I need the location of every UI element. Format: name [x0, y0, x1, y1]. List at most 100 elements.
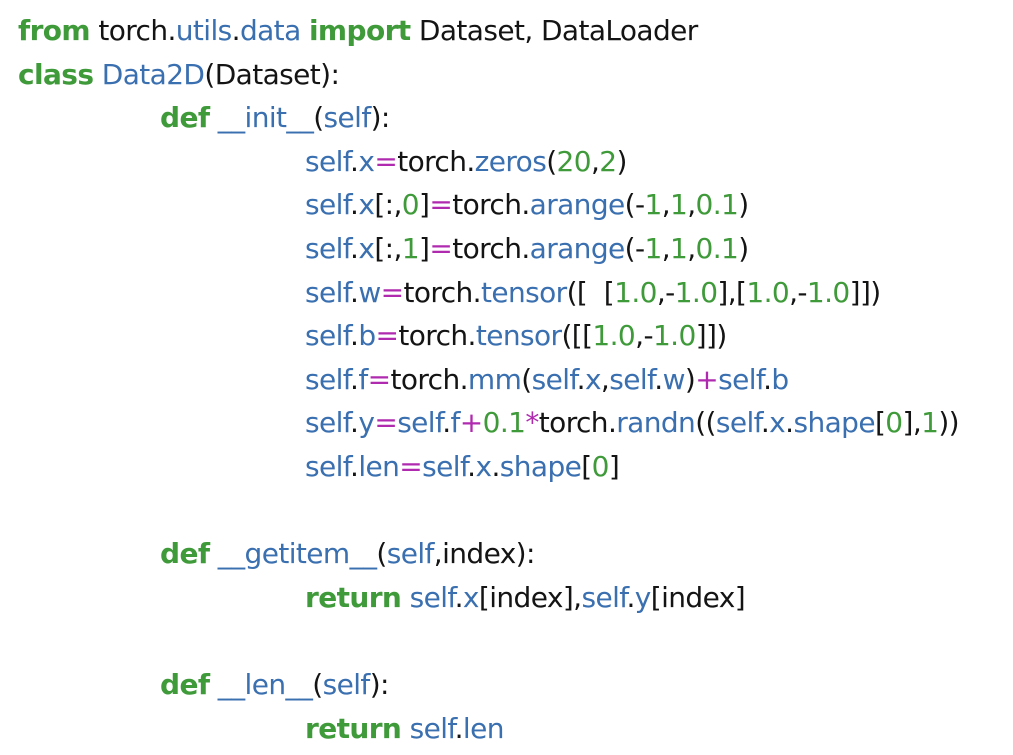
code-token: 1 — [670, 188, 688, 221]
code-token: tensor — [480, 276, 567, 309]
code-token: self — [305, 232, 351, 265]
code-token: __init__ — [217, 101, 314, 134]
code-line: def __getitem__(self,index): — [160, 534, 535, 574]
code-token: 0.1 — [482, 406, 526, 439]
code-token: self — [305, 145, 351, 178]
code-token: ) — [738, 232, 749, 265]
code-token: self — [305, 363, 351, 396]
code-token: 0 — [591, 450, 610, 483]
code-token: 0.1 — [695, 232, 739, 265]
code-token: self — [409, 581, 456, 614]
code-token: 1 — [670, 232, 688, 265]
code-token: = — [375, 319, 399, 352]
code-line: self.f=torch.mm(self.x,self.w)+self.b — [305, 360, 789, 400]
code-line: return self.len — [305, 709, 504, 749]
code-token: 1 — [921, 406, 939, 439]
code-token: ([ [ — [566, 276, 615, 309]
code-token: len — [358, 450, 400, 483]
code-token: zeros — [474, 145, 547, 178]
code-token: y — [634, 581, 652, 614]
code-token: = — [429, 188, 453, 221]
code-token: ) — [684, 363, 696, 396]
code-token: torch. — [403, 276, 482, 309]
code-line: self.x[:,1]=torch.arange(-1,1,0.1) — [305, 229, 749, 269]
code-token: Data2D — [101, 58, 205, 91]
code-token: + — [459, 406, 483, 439]
code-token: self — [581, 581, 627, 614]
code-token: return — [305, 712, 402, 745]
code-token: randn — [616, 406, 696, 439]
code-token: x — [462, 581, 480, 614]
code-token: [:, — [374, 188, 402, 221]
code-token: 0 — [885, 406, 903, 439]
code-token: 1.0 — [652, 319, 696, 352]
code-token: ]]) — [695, 319, 728, 352]
code-token: 1 — [401, 232, 420, 265]
code-token: self — [397, 406, 443, 439]
code-token: . — [760, 406, 770, 439]
code-token: Dataset, DataLoader — [410, 14, 698, 47]
code-token: ( — [312, 668, 323, 701]
code-token: 1.0 — [674, 276, 718, 309]
code-token: torch. — [398, 319, 476, 352]
code-line: self.y=self.f+0.1*torch.randn((self.x.sh… — [305, 403, 960, 443]
code-token: 1.0 — [746, 276, 790, 309]
code-token: from — [18, 14, 91, 47]
code-token: x — [475, 450, 492, 483]
code-token: = — [380, 276, 404, 309]
code-token: . — [231, 14, 241, 47]
code-token: , — [661, 232, 671, 265]
code-line: class Data2D(Dataset): — [18, 55, 340, 95]
code-token: ], — [902, 406, 922, 439]
code-token: torch. — [452, 188, 530, 221]
code-token: )) — [938, 406, 960, 439]
code-token: x — [358, 188, 375, 221]
code-token: utils — [175, 14, 232, 47]
code-token: = — [429, 232, 453, 265]
code-token: (- — [624, 232, 645, 265]
code-line: self.w=torch.tensor([ [1.0,-1.0],[1.0,-1… — [305, 273, 881, 313]
code-token: , — [687, 188, 696, 221]
code-token: ] — [419, 232, 430, 265]
code-token: self — [715, 406, 762, 439]
code-token: . — [454, 581, 464, 614]
code-token: tensor — [475, 319, 562, 352]
code-token: 1 — [644, 232, 662, 265]
code-token: 1.0 — [592, 319, 636, 352]
code-token: . — [654, 363, 663, 396]
code-token: = — [367, 363, 391, 396]
code-token: self — [305, 188, 351, 221]
code-token: (( — [695, 406, 716, 439]
code-token: w — [662, 363, 686, 396]
code-token: x — [769, 406, 786, 439]
code-token: ( — [376, 537, 387, 570]
code-token: 0 — [401, 188, 420, 221]
code-token: arange — [529, 188, 626, 221]
code-token: ( — [313, 101, 324, 134]
code-token: self — [422, 450, 468, 483]
code-token: (- — [624, 188, 645, 221]
code-line: from torch.utils.data import Dataset, Da… — [18, 11, 698, 51]
code-token: , — [661, 188, 671, 221]
code-token: 1.0 — [614, 276, 657, 309]
code-token: ,- — [656, 276, 675, 309]
code-token: def — [160, 537, 210, 570]
code-line: return self.x[index],self.y[index] — [305, 578, 746, 618]
code-token: __getitem__ — [217, 537, 377, 570]
code-token: 0.1 — [695, 188, 739, 221]
code-token: f — [450, 406, 461, 439]
code-token: + — [695, 363, 719, 396]
code-token: self — [323, 101, 372, 134]
code-token: ) — [616, 145, 627, 178]
code-token: 1 — [644, 188, 662, 221]
code-token: ): — [370, 101, 391, 134]
code-token: 20 — [556, 145, 592, 178]
code-token: . — [442, 406, 451, 439]
code-token: ] — [419, 188, 430, 221]
code-token: w — [358, 276, 381, 309]
